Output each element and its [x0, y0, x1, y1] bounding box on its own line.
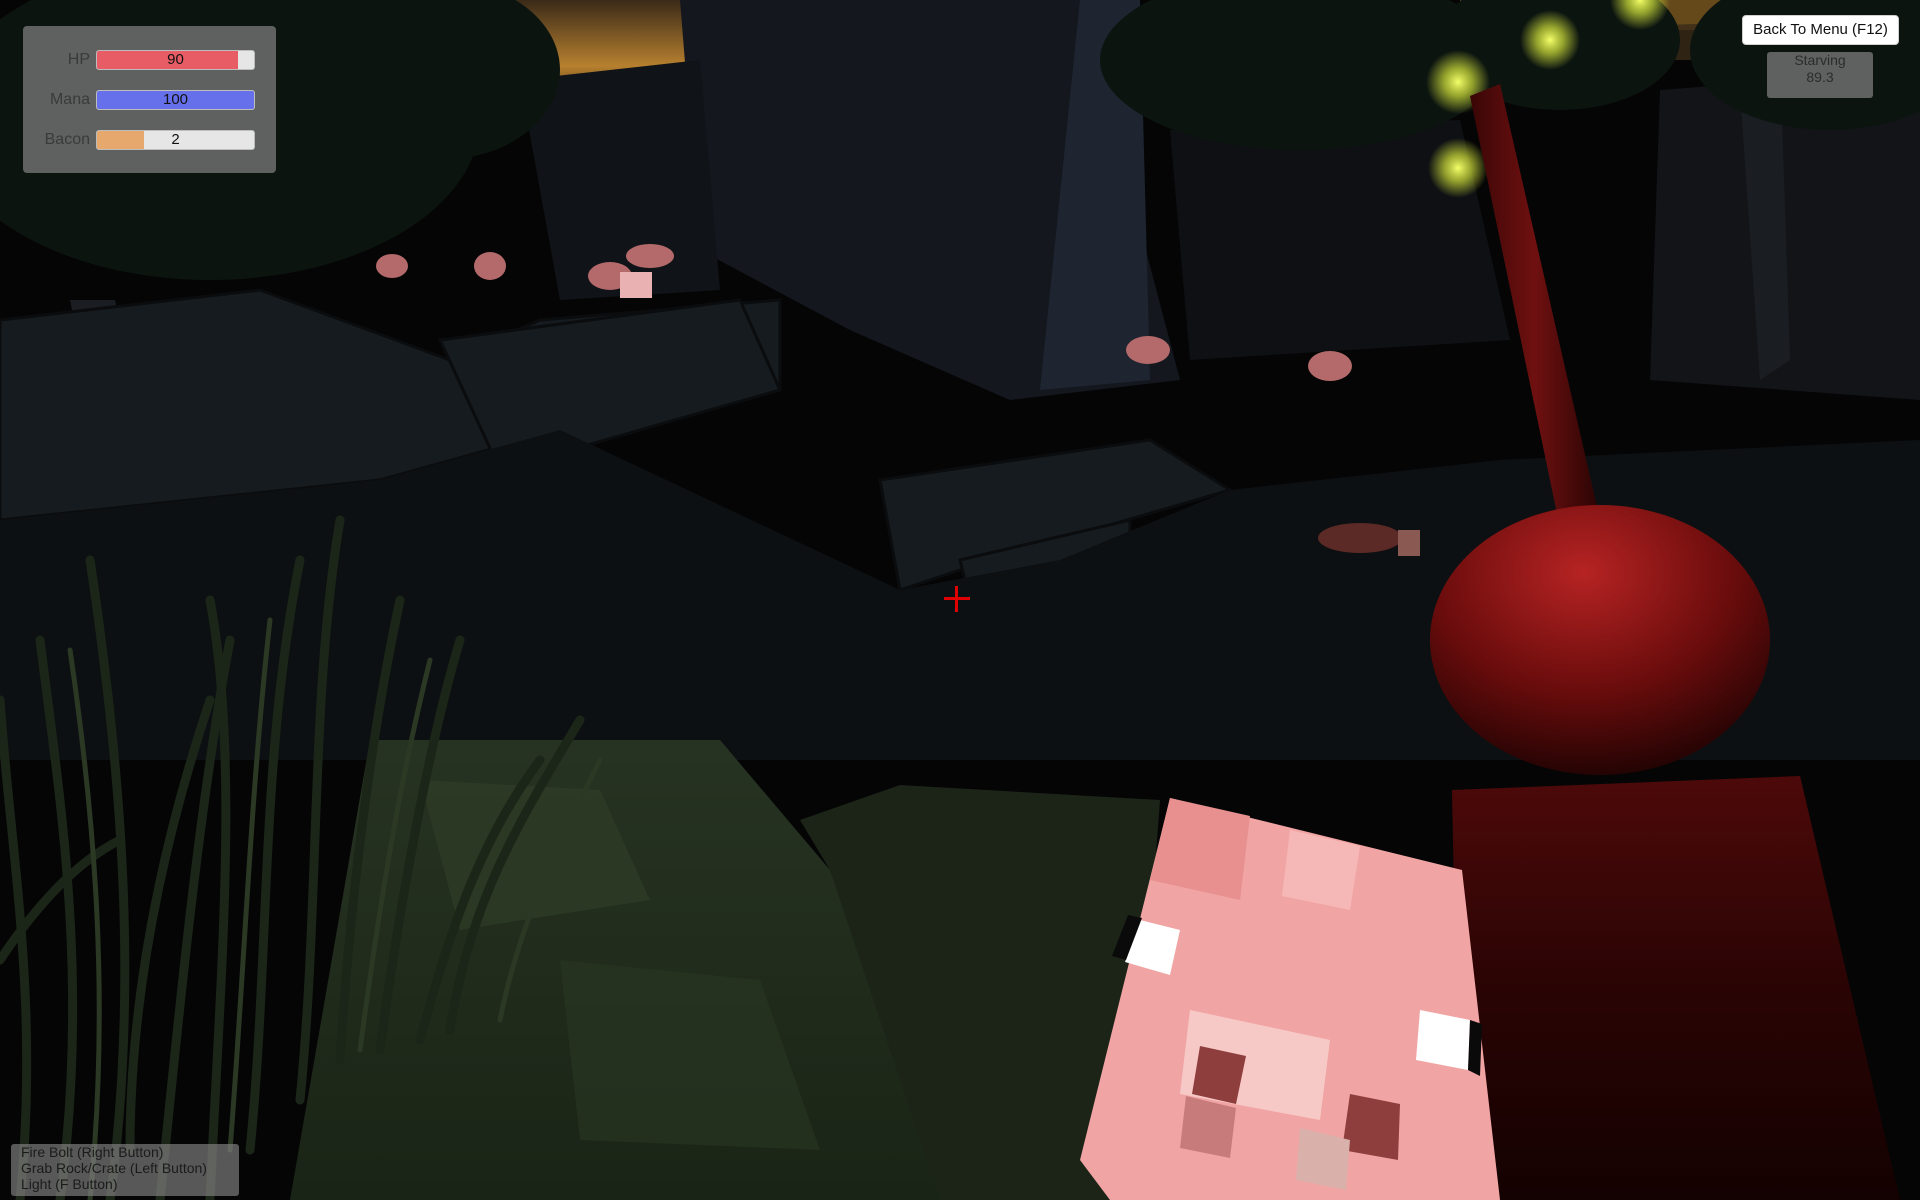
hunger-status-panel: Starving 89.3 [1767, 52, 1873, 98]
bacon-value: 2 [171, 131, 180, 148]
hp-bar: 90 [96, 50, 255, 70]
mana-row: Mana 100 [23, 90, 276, 110]
control-hint-grab: Grab Rock/Crate (Left Button) [21, 1160, 207, 1176]
controls-help-panel: Fire Bolt (Right Button) Grab Rock/Crate… [11, 1144, 239, 1196]
control-hint-fire-bolt: Fire Bolt (Right Button) [21, 1144, 164, 1160]
bacon-label: Bacon [44, 131, 90, 148]
back-to-menu-button[interactable]: Back To Menu (F12) [1742, 15, 1899, 45]
crosshair [944, 586, 970, 612]
mana-label: Mana [49, 91, 90, 108]
bacon-row: Bacon 2 [23, 130, 276, 150]
hp-value: 90 [167, 51, 184, 68]
hp-label: HP [67, 51, 90, 68]
mana-value: 100 [162, 91, 189, 108]
hunger-status-value: 89.3 [1806, 69, 1834, 85]
hp-row: HP 90 [23, 50, 276, 70]
control-hint-light: Light (F Button) [21, 1176, 118, 1192]
bacon-bar: 2 [96, 130, 255, 150]
hunger-status-label: Starving [1794, 52, 1846, 68]
mana-bar: 100 [96, 90, 255, 110]
player-stats-panel: HP 90 Mana 100 Bacon 2 [23, 26, 276, 173]
